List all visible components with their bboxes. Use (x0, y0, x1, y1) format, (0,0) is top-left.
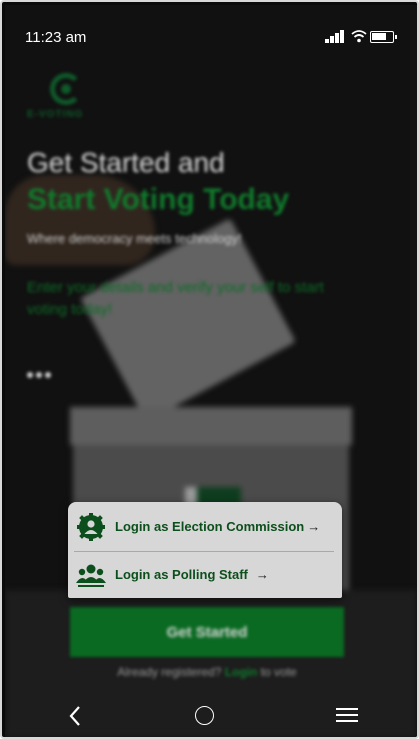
registered-prompt: Already registered? Login to vote (70, 665, 344, 679)
login-polling-staff-option[interactable]: Login as Polling Staff → (68, 552, 342, 598)
polling-staff-icon (76, 564, 106, 587)
hero-title-line1: Get Started and (27, 147, 225, 178)
logo-dot (61, 84, 71, 94)
status-time: 11:23 am (25, 29, 87, 46)
arrow-right-icon: → (307, 519, 321, 534)
registered-suffix: to vote (260, 665, 297, 679)
polling-staff-text: Login as Polling Staff (115, 567, 248, 582)
status-bar: 11:23 am (5, 5, 417, 61)
login-election-commission-option[interactable]: Login as Election Commission → (68, 504, 342, 550)
back-icon[interactable] (63, 704, 87, 728)
election-commission-text: Login as Election Commission (115, 519, 305, 534)
phone-frame: 11:23 am E-VOTING Get Started and Start … (0, 0, 419, 739)
arrow-right-icon: → (255, 567, 269, 582)
login-election-commission-label: Login as Election Commission → (115, 519, 320, 534)
hero-description: Enter your details and verify your self … (27, 279, 324, 318)
get-started-button[interactable]: Get Started (70, 607, 344, 657)
logo-text: E-VOTING (27, 109, 84, 120)
app-screen: 11:23 am E-VOTING Get Started and Start … (5, 5, 417, 737)
signal-icon (325, 30, 347, 43)
menu-icon[interactable] (336, 708, 358, 724)
hero-tagline: Where democracy meets technology! (27, 231, 242, 246)
hero-title-line2: Start Voting Today (27, 183, 290, 216)
election-commission-icon (77, 513, 105, 541)
battery-icon (370, 31, 397, 43)
system-nav-bar (5, 688, 417, 737)
app-logo: E-VOTING (27, 71, 107, 123)
carousel-dots[interactable] (27, 365, 57, 378)
login-polling-staff-label: Login as Polling Staff → (115, 567, 269, 582)
login-link[interactable]: Login (225, 665, 258, 679)
background-ballot-box-lid (70, 407, 352, 445)
home-icon[interactable] (195, 706, 214, 725)
wifi-icon (351, 30, 367, 43)
login-options-menu: Login as Election Commission → Login as … (68, 502, 342, 598)
registered-prefix: Already registered? (117, 665, 222, 679)
